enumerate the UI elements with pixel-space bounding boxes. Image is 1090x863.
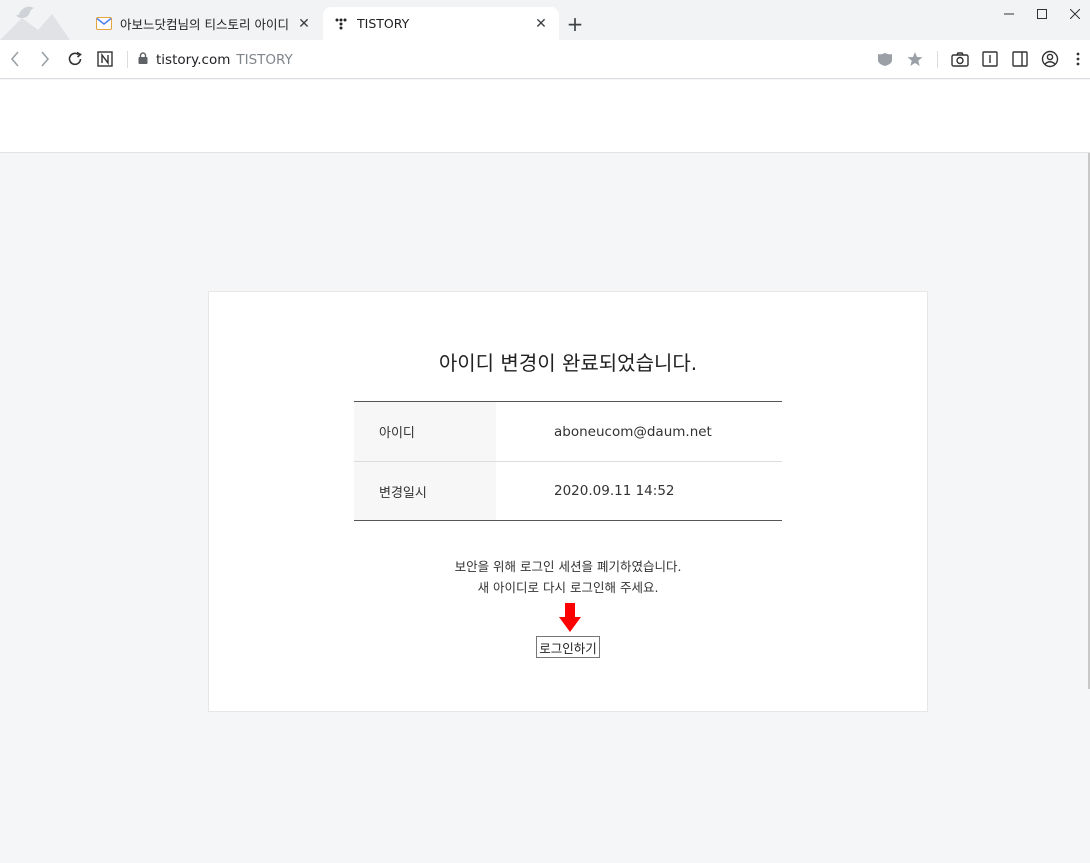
new-tab-button[interactable]: + <box>563 12 587 36</box>
tab-title: 아보느닷컴님의 티스토리 아이디 <box>120 17 289 32</box>
camera-icon[interactable] <box>950 49 970 69</box>
page-title-text: TISTORY <box>236 52 293 68</box>
login-button[interactable]: 로그인하기 <box>536 636 600 658</box>
change-info-table: 아이디 aboneucom@daum.net 변경일시 2020.09.11 1… <box>354 401 782 521</box>
page-header <box>0 80 1090 153</box>
back-icon[interactable] <box>5 49 25 69</box>
tab-daum-mail[interactable]: 아보느닷컴님의 티스토리 아이디 ✕ <box>86 7 322 40</box>
more-menu-icon[interactable] <box>1068 49 1088 69</box>
close-tab-icon[interactable]: ✕ <box>294 14 314 34</box>
url-text: tistory.com <box>156 52 231 68</box>
reader-icon[interactable] <box>980 49 1000 69</box>
tab-title: TISTORY <box>357 16 410 31</box>
down-arrow-icon <box>559 603 581 632</box>
row-value: 2020.09.11 14:52 <box>554 483 675 499</box>
table-row: 변경일시 2020.09.11 14:52 <box>354 461 782 520</box>
naver-n-icon[interactable] <box>95 49 115 69</box>
close-window-button[interactable] <box>1056 0 1090 28</box>
tab-tistory[interactable]: TISTORY ✕ <box>323 7 559 40</box>
shield-icon[interactable] <box>875 49 895 69</box>
toolbar-divider <box>937 51 938 68</box>
toolbar-divider <box>127 51 128 68</box>
close-tab-icon[interactable]: ✕ <box>531 14 551 34</box>
profile-icon[interactable] <box>1040 49 1060 69</box>
row-value: aboneucom@daum.net <box>554 423 712 440</box>
row-label: 변경일시 <box>354 462 496 520</box>
sidebar-icon[interactable] <box>1010 49 1030 69</box>
notice-line: 보안을 위해 로그인 세션을 폐기하였습니다. <box>454 559 682 574</box>
address-bar[interactable]: tistory.com TISTORY <box>138 50 293 70</box>
id-change-complete-card: 아이디 변경이 완료되었습니다. 아이디 aboneucom@daum.net … <box>208 291 928 712</box>
table-row: 아이디 aboneucom@daum.net <box>354 402 782 461</box>
forward-icon[interactable] <box>35 49 55 69</box>
browser-toolbar: tistory.com TISTORY <box>0 40 1090 79</box>
browser-tab-strip: 아보느닷컴님의 티스토리 아이디 ✕ TISTORY ✕ + <box>0 0 1090 40</box>
completion-heading: 아이디 변경이 완료되었습니다. <box>438 351 698 375</box>
mail-icon <box>96 16 112 32</box>
bird-silhouette-icon <box>0 6 70 40</box>
bookmark-star-icon[interactable] <box>905 49 925 69</box>
row-label: 아이디 <box>354 402 496 461</box>
session-notice: 보안을 위해 로그인 세션을 폐기하였습니다. 새 아이디로 다시 로그인해 주… <box>209 556 927 598</box>
tistory-logo-icon <box>333 16 349 32</box>
notice-line: 새 아이디로 다시 로그인해 주세요. <box>477 580 659 595</box>
reload-icon[interactable] <box>65 49 85 69</box>
lock-icon <box>138 52 148 68</box>
